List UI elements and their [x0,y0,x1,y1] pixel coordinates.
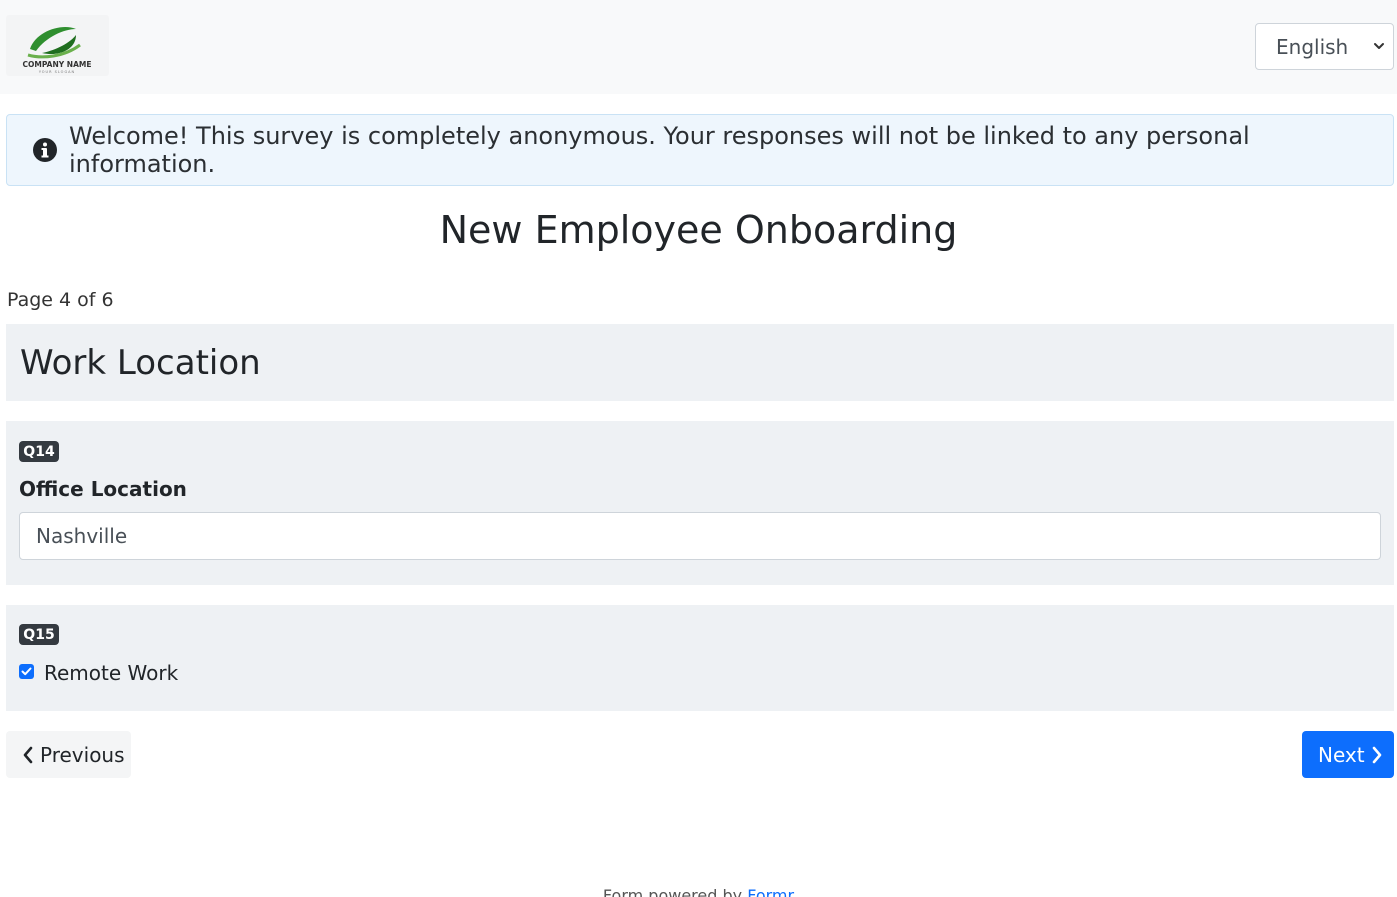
survey-title: New Employee Onboarding [439,208,958,252]
chevron-down-icon [1374,43,1384,49]
leaf-logo-icon: COMPANY NAME YOUR SLOGAN [23,27,92,74]
page-indicator: Page 4 of 6 [7,289,114,311]
info-circle-icon [33,138,57,162]
next-button-label: Next [1318,742,1365,767]
question-number-badge: Q15 [19,624,59,645]
remote-work-option[interactable]: Remote Work [19,661,178,685]
question-card-q15: Q15 Remote Work [6,605,1394,711]
previous-button-label: Previous [40,742,125,767]
footer-link[interactable]: Formr [747,886,794,897]
section-header: Work Location [6,324,1394,401]
language-select-value: English [1276,34,1349,59]
question-label: Office Location [19,477,187,501]
office-location-value: Nashville [36,524,128,548]
svg-text:COMPANY NAME: COMPANY NAME [23,60,92,69]
office-location-input[interactable]: Nashville [19,512,1381,560]
company-logo[interactable]: COMPANY NAME YOUR SLOGAN [6,15,109,76]
alert-text: Welcome! This survey is completely anony… [69,122,1250,178]
footer-prefix: Form powered by [602,886,743,897]
section-title: Work Location [20,342,261,383]
svg-text:YOUR SLOGAN: YOUR SLOGAN [39,70,75,74]
remote-work-label[interactable]: Remote Work [44,661,178,685]
chevron-left-icon [23,746,33,763]
footer: Form powered by Formr [0,886,1397,897]
remote-work-checkbox[interactable] [19,663,34,679]
top-navbar: COMPANY NAME YOUR SLOGAN English [0,0,1397,94]
previous-button[interactable]: Previous [6,731,131,778]
question-card-q14: Q14 Office Location Nashville [6,421,1394,585]
language-select[interactable]: English [1255,23,1394,70]
checkmark-icon [21,667,32,675]
question-number-badge: Q14 [19,441,59,462]
anonymity-alert: Welcome! This survey is completely anony… [6,114,1394,186]
chevron-right-icon [1372,746,1381,763]
next-button[interactable]: Next [1302,731,1394,778]
